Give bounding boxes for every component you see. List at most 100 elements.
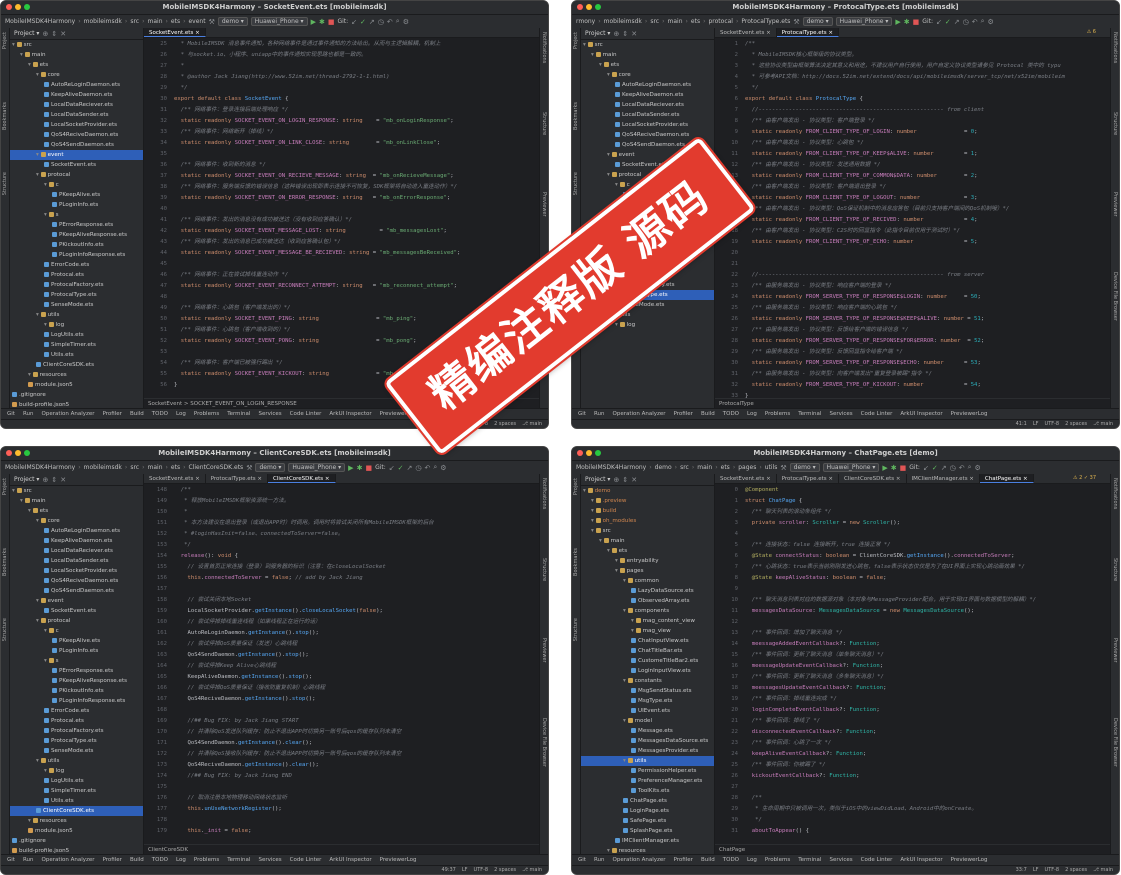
left-tool-bookmarks[interactable]: Bookmarks bbox=[573, 548, 579, 576]
rollback-icon[interactable]: ↶ bbox=[959, 464, 965, 472]
tree-node[interactable]: PLoginInfo.ets bbox=[10, 646, 143, 656]
tree-node[interactable]: LoginPage.ets bbox=[581, 806, 714, 816]
tree-node[interactable]: QoS4SendDaemon.ets bbox=[10, 140, 143, 150]
tool-window-previewerlog[interactable]: PreviewerLog bbox=[951, 411, 988, 417]
tool-window-problems[interactable]: Problems bbox=[765, 411, 790, 417]
right-tool-structure[interactable]: Structure bbox=[1112, 112, 1118, 135]
tree-node[interactable]: SimpleTimer.ets bbox=[10, 340, 143, 350]
tree-node[interactable]: Utils.ets bbox=[10, 796, 143, 806]
tree-node[interactable]: PErrorResponse.ets bbox=[10, 220, 143, 230]
tree-node[interactable]: ObservedArray.ets bbox=[581, 596, 714, 606]
tree-node[interactable]: ▾ oh_modules bbox=[581, 516, 714, 526]
locate-icon[interactable]: ⊕ bbox=[42, 474, 48, 485]
expand-arrow-icon[interactable]: ▾ bbox=[599, 538, 604, 544]
status-item[interactable]: LF bbox=[462, 867, 468, 873]
left-tool-structure[interactable]: Structure bbox=[2, 618, 8, 641]
module-selector[interactable]: demo ▾ bbox=[789, 463, 820, 472]
editor-tab[interactable]: SocketEvent.ets × bbox=[715, 474, 777, 483]
status-item[interactable]: UTF-8 bbox=[474, 867, 489, 873]
tree-node[interactable]: PKeepAlive.ets bbox=[10, 636, 143, 646]
run-icon[interactable]: ▶ bbox=[348, 464, 353, 472]
editor-tab[interactable]: SocketEvent.ets × bbox=[144, 474, 206, 483]
tool-window-services[interactable]: Services bbox=[258, 411, 281, 417]
expand-arrow-icon[interactable]: ▾ bbox=[44, 212, 49, 218]
expand-arrow-icon[interactable]: ▾ bbox=[607, 172, 612, 178]
stop-icon[interactable]: ■ bbox=[328, 18, 335, 26]
debug-icon[interactable]: ✱ bbox=[319, 18, 325, 26]
breadcrumb-item[interactable]: protocal bbox=[708, 18, 732, 25]
breadcrumb-item[interactable]: MobileIMSDK4Harmony bbox=[5, 18, 75, 25]
tool-window-operation-analyzer[interactable]: Operation Analyzer bbox=[42, 411, 95, 417]
expand-arrow-icon[interactable]: ▾ bbox=[36, 312, 41, 318]
tree-node[interactable]: ▾ common bbox=[581, 576, 714, 586]
tool-window-code-linter[interactable]: Code Linter bbox=[290, 411, 322, 417]
git-branch[interactable]: ⎇ main bbox=[1093, 867, 1113, 873]
status-item[interactable]: 2 spaces bbox=[494, 867, 516, 873]
expand-arrow-icon[interactable]: ▾ bbox=[615, 568, 620, 574]
tool-window-terminal[interactable]: Terminal bbox=[798, 411, 821, 417]
inspection-warnings[interactable]: ⚠ 6 bbox=[1087, 29, 1096, 35]
locate-icon[interactable]: ⊕ bbox=[613, 28, 619, 39]
tree-node[interactable]: IMClientManager.ets bbox=[581, 836, 714, 846]
push-icon[interactable]: ↗ bbox=[369, 18, 375, 26]
stop-icon[interactable]: ■ bbox=[913, 18, 920, 26]
tree-node[interactable]: ▾ pages bbox=[581, 566, 714, 576]
breadcrumb-item[interactable]: src bbox=[650, 18, 659, 25]
update-icon[interactable]: ↙ bbox=[351, 18, 357, 26]
breadcrumb-item[interactable]: ets bbox=[171, 18, 180, 25]
tool-window-arkui-inspector[interactable]: ArkUI Inspector bbox=[900, 411, 942, 417]
tool-window-build[interactable]: Build bbox=[130, 411, 144, 417]
tree-node[interactable]: Protocal.ets bbox=[10, 270, 143, 280]
tree-node[interactable]: ProtocalType.ets bbox=[10, 736, 143, 746]
search-icon[interactable]: ⌕ bbox=[968, 463, 972, 472]
tool-window-profiler[interactable]: Profiler bbox=[674, 411, 693, 417]
status-item[interactable]: 2 spaces bbox=[494, 421, 516, 427]
tool-window-todo[interactable]: TODO bbox=[723, 857, 739, 863]
right-tool-previewer[interactable]: Previewer bbox=[541, 638, 547, 663]
tool-window-run[interactable]: Run bbox=[594, 411, 605, 417]
right-tool-previewer[interactable]: Previewer bbox=[541, 192, 547, 217]
rollback-icon[interactable]: ↶ bbox=[972, 18, 978, 26]
tool-window-code-linter[interactable]: Code Linter bbox=[861, 857, 893, 863]
tree-node[interactable]: UIEvent.ets bbox=[581, 706, 714, 716]
editor-breadcrumb[interactable]: ProtocalType bbox=[715, 398, 1110, 408]
tree-node[interactable]: ▾ ets bbox=[581, 60, 714, 70]
tree-node[interactable]: ProtocalType.ets bbox=[10, 290, 143, 300]
tree-node[interactable]: ▾ demo bbox=[581, 486, 714, 496]
editor-tab[interactable]: ClientCoreSDK.ets × bbox=[268, 474, 336, 483]
breadcrumb-item[interactable]: src bbox=[680, 464, 689, 471]
project-view-selector[interactable]: Project ▾ bbox=[585, 474, 610, 485]
module-selector[interactable]: demo ▾ bbox=[802, 17, 833, 26]
tool-window-build[interactable]: Build bbox=[701, 411, 715, 417]
tool-window-git[interactable]: Git bbox=[7, 411, 15, 417]
status-item[interactable]: 49:37 bbox=[441, 867, 455, 873]
rollback-icon[interactable]: ↶ bbox=[425, 464, 431, 472]
right-tool-structure[interactable]: Structure bbox=[1112, 558, 1118, 581]
tree-node[interactable]: SenseMode.ets bbox=[10, 746, 143, 756]
expand-arrow-icon[interactable]: ▾ bbox=[44, 768, 49, 774]
search-icon[interactable]: ⌕ bbox=[433, 463, 437, 472]
editor-breadcrumb[interactable]: ChatPage bbox=[715, 844, 1110, 854]
breadcrumb-item[interactable]: ProtocalType.ets bbox=[741, 18, 790, 25]
history-icon[interactable]: ◷ bbox=[378, 18, 384, 26]
tool-window-log[interactable]: Log bbox=[176, 411, 186, 417]
code-area[interactable]: 0 1 2 3 4 5 6 7 8 9 10 11 12 13 14 15 16 17 18 19 20 21 22 23 24… bbox=[715, 485, 1110, 844]
breadcrumb-item[interactable]: rmony bbox=[576, 18, 595, 25]
tree-node[interactable]: ErrorCode.ets bbox=[10, 260, 143, 270]
right-tool-notifications[interactable]: Notifications bbox=[541, 478, 547, 509]
tree-node[interactable]: LocalDataReciever.ets bbox=[10, 546, 143, 556]
commit-icon[interactable]: ✓ bbox=[945, 18, 951, 26]
code-area[interactable]: 148 149 150 151 152 153 154 155 156 157 158 159 160 1… bbox=[144, 485, 539, 844]
left-tool-structure[interactable]: Structure bbox=[573, 172, 579, 195]
breadcrumb-item[interactable]: MobileIMSDK4Harmony bbox=[5, 464, 75, 471]
tool-window-log[interactable]: Log bbox=[176, 857, 186, 863]
tree-node[interactable]: ▾ main bbox=[581, 536, 714, 546]
right-tool-device-file-browser[interactable]: Device File Browser bbox=[1112, 718, 1118, 767]
expand-arrow-icon[interactable]: ▾ bbox=[36, 72, 41, 78]
commit-icon[interactable]: ✓ bbox=[360, 18, 366, 26]
editor-tab[interactable]: IMClientManager.ets × bbox=[907, 474, 980, 483]
expand-arrow-icon[interactable]: ▾ bbox=[599, 62, 604, 68]
tool-window-services[interactable]: Services bbox=[829, 411, 852, 417]
tool-window-profiler[interactable]: Profiler bbox=[103, 857, 122, 863]
hammer-icon[interactable]: ⚒ bbox=[793, 18, 799, 26]
